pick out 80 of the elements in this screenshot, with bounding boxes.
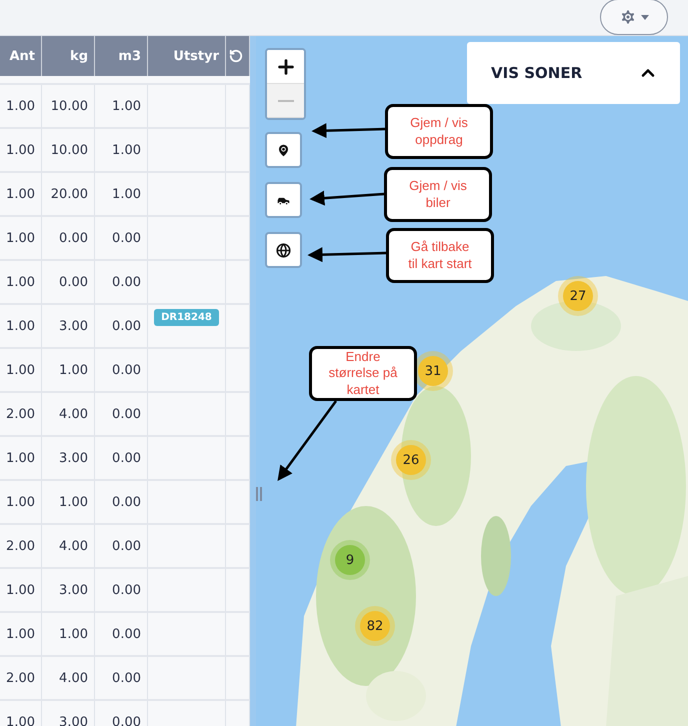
table-cell: 0.00 (95, 569, 148, 613)
table-cell (226, 393, 250, 437)
table-cell: 2.00 (0, 525, 42, 569)
settings-icon (619, 8, 637, 26)
table-cell (226, 129, 250, 173)
table-cell: 0.00 (95, 217, 148, 261)
table-cell: 1.00 (0, 569, 42, 613)
table-cell: 0.00 (95, 613, 148, 657)
table-cell: 1.00 (0, 613, 42, 657)
zoom-in-button[interactable] (267, 50, 304, 84)
column-header: Ant (0, 36, 42, 76)
table-cell (226, 261, 250, 305)
table-cell: 1.00 (0, 701, 42, 726)
column-header: kg (42, 36, 95, 76)
table-cell (226, 525, 250, 569)
caret-icon (641, 14, 649, 20)
reset-button[interactable] (226, 36, 250, 76)
table-cell: 3.00 (42, 305, 95, 349)
table-cell: 1.00 (95, 173, 148, 217)
table-cell: 1.00 (42, 613, 95, 657)
table-cell: 2.00 (0, 657, 42, 701)
callout: Gå tilbake til kart start (386, 228, 494, 283)
table-cell (226, 657, 250, 701)
table-cell: 10.00 (42, 129, 95, 173)
table-cell: 1.00 (42, 481, 95, 525)
table-cell: 1.00 (0, 481, 42, 525)
table-cell (226, 569, 250, 613)
settings-button[interactable] (600, 0, 668, 35)
table-cell: 4.00 (42, 657, 95, 701)
table-cell: 1.00 (0, 261, 42, 305)
table-cell: 20.00 (42, 173, 95, 217)
table-cell: 1.00 (0, 349, 42, 393)
table-cell: 0.00 (95, 349, 148, 393)
car-button[interactable] (265, 182, 302, 218)
table-cell: 1.00 (0, 85, 42, 129)
column-header: Utstyr (148, 36, 226, 76)
table-cell: 4.00 (42, 525, 95, 569)
table-cell: 0.00 (95, 525, 148, 569)
table-cell (226, 437, 250, 481)
table-cell: 3.00 (42, 701, 95, 726)
table-cell: 3.00 (42, 437, 95, 481)
table-cell: 0.00 (95, 657, 148, 701)
table-cell: 4.00 (42, 393, 95, 437)
table-cell: 1.00 (0, 305, 42, 349)
table-cell: 0.00 (95, 261, 148, 305)
table-cell: 0.00 (95, 481, 148, 525)
pin-button[interactable] (265, 132, 302, 168)
globe-icon (276, 242, 291, 258)
column-header: m3 (95, 36, 148, 76)
table-cell: 0.00 (42, 217, 95, 261)
callout: Endre størrelse på kartet (309, 346, 417, 401)
callout: Gjem / vis biler (384, 167, 492, 222)
table-cell: 10.00 (42, 85, 95, 129)
reset-icon (229, 49, 243, 63)
callout: Gjem / vis oppdrag (385, 104, 493, 159)
table-cell: 1.00 (42, 349, 95, 393)
resize-handle[interactable] (256, 487, 262, 501)
table-cell (226, 613, 250, 657)
table-cell: 0.00 (95, 437, 148, 481)
table-cell: 1.00 (0, 129, 42, 173)
table-cell: 1.00 (95, 85, 148, 129)
table-cell: 0.00 (95, 701, 148, 726)
table-cell (226, 349, 250, 393)
pin-icon (276, 142, 291, 158)
equipment-tag: DR18248 (154, 309, 219, 326)
table-cell: 2.00 (0, 393, 42, 437)
table-cell: 0.00 (95, 393, 148, 437)
table-cell: 0.00 (95, 305, 148, 349)
table-cell: 1.00 (95, 129, 148, 173)
table-cell: 1.00 (0, 173, 42, 217)
table-cell: 3.00 (42, 569, 95, 613)
globe-button[interactable] (265, 232, 302, 268)
table-cell: 1.00 (0, 437, 42, 481)
table-cell: 0.00 (42, 261, 95, 305)
table-cell: 1.00 (0, 217, 42, 261)
zones-title: VIS SONER (491, 64, 582, 82)
minus-icon (278, 100, 294, 102)
table-cell (226, 481, 250, 525)
table-cell (226, 217, 250, 261)
table-cell (226, 173, 250, 217)
